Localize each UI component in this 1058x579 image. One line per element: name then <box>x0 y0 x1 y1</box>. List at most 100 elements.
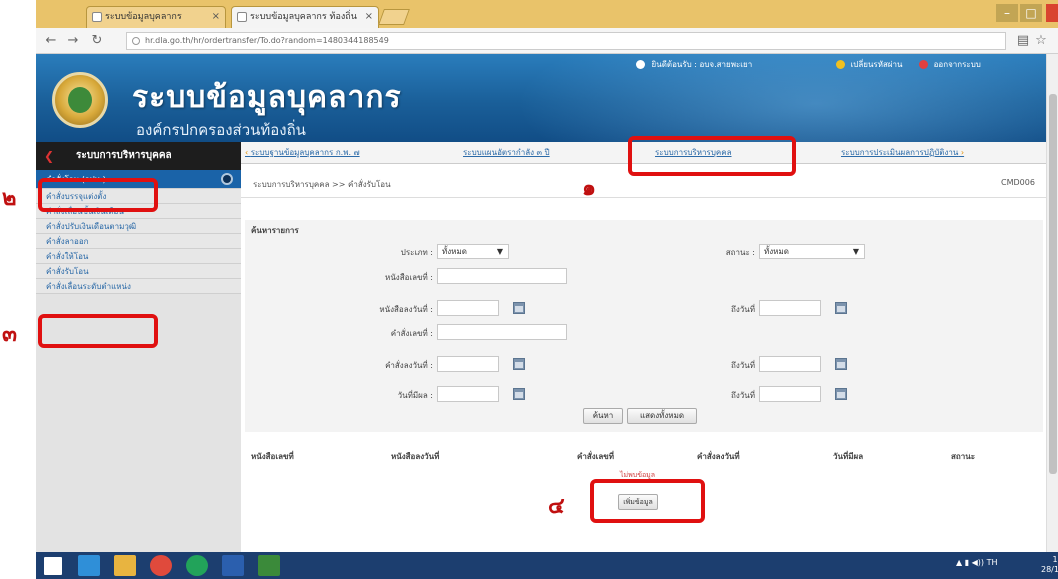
power-icon <box>919 60 929 69</box>
header-links: เปลี่ยนรหัสผ่าน ออกจากระบบ <box>836 58 995 71</box>
internet-explorer-icon[interactable] <box>78 555 100 576</box>
doc-to-date-input[interactable] <box>759 300 821 316</box>
scrollbar-thumb[interactable] <box>1049 94 1057 474</box>
breadcrumb: ระบบการบริหารบุคคล >> คำสั่งรับโอน <box>253 180 391 189</box>
calendar-icon[interactable] <box>835 388 847 400</box>
address-bar: ← → ↻ hr.dla.go.th/hr/ordertransfer/To.d… <box>36 28 1058 54</box>
column-header: วันที่มีผล <box>833 452 864 461</box>
tab-personnel-database[interactable]: ‹ ระบบฐานข้อมูลบุคลากร ก.พ. ๗ <box>245 146 360 159</box>
sidebar-item[interactable]: คำสั่งปรับเงินเดือนตามวุฒิ <box>36 219 241 234</box>
type-select[interactable]: ทั้งหมด ▼ <box>437 244 509 259</box>
status-label: สถานะ : <box>725 248 755 257</box>
page-scrollbar[interactable] <box>1046 54 1058 552</box>
column-header: หนังสือเลขที่ <box>251 452 294 461</box>
results-table-header: หนังสือเลขที่ หนังสือลงวันที่ คำสั่งเลขท… <box>245 448 1043 464</box>
doc-date-input[interactable] <box>437 300 499 316</box>
start-windows-icon[interactable] <box>44 557 62 575</box>
site-header: ระบบข้อมูลบุคลากร องค์กรปกครองส่วนท้องถิ… <box>36 54 1046 142</box>
column-header: หนังสือลงวันที่ <box>391 452 440 461</box>
show-all-button[interactable]: แสดงทั้งหมด <box>627 408 697 424</box>
calendar-icon[interactable] <box>513 388 525 400</box>
page-code: CMD006 <box>1001 178 1035 187</box>
change-password-label: เปลี่ยนรหัสผ่าน <box>850 60 903 69</box>
order-no-input[interactable] <box>437 324 567 340</box>
key-icon <box>836 60 845 69</box>
maximize-button[interactable]: □ <box>1020 4 1042 22</box>
tab-workforce-plan[interactable]: ระบบแผนอัตรากำลัง ๓ ปี <box>463 146 550 159</box>
extension-icon[interactable]: ▤ <box>1014 32 1032 50</box>
annotation-number-3: ๓ <box>2 322 18 347</box>
change-password-link[interactable]: เปลี่ยนรหัสผ่าน <box>836 58 903 71</box>
minimize-button[interactable]: – <box>996 4 1018 22</box>
sidebar-item[interactable]: คำสั่งรับโอน <box>36 264 241 279</box>
sidebar-heading[interactable]: ❮ ระบบการบริหารบุคคล <box>36 142 241 170</box>
sidebar-item-label: คำสั่งรับโอน <box>46 267 89 276</box>
close-tab-icon[interactable]: × <box>365 7 373 27</box>
search-button[interactable]: ค้นหา <box>583 408 623 424</box>
url-input[interactable]: hr.dla.go.th/hr/ordertransfer/To.do?rand… <box>126 32 1006 50</box>
word-icon[interactable] <box>222 555 244 576</box>
settings-icon[interactable] <box>221 173 233 185</box>
sidebar-item-label: คำสั่งเลื่อนระดับตำแหน่ง <box>46 282 131 291</box>
status-select[interactable]: ทั้งหมด ▼ <box>759 244 865 259</box>
browser-tab-2[interactable]: ระบบข้อมูลบุคลากร ท้องถิ่น × <box>231 6 379 28</box>
sidebar-item[interactable]: คำสั่งเลื่อนระดับตำแหน่ง <box>36 279 241 294</box>
site-subtitle: องค์กรปกครองส่วนท้องถิ่น <box>136 121 306 139</box>
dropdown-caret-icon: ▼ <box>496 247 503 256</box>
calendar-icon[interactable] <box>513 302 525 314</box>
forward-arrow-icon[interactable]: → <box>64 32 82 50</box>
tab-performance-evaluation[interactable]: ระบบการประเมินผลการปฏิบัติงาน › <box>841 146 964 159</box>
new-tab-button[interactable] <box>378 9 410 25</box>
to-date-label-3: ถึงวันที่ <box>731 391 755 400</box>
effective-date-label: วันที่มีผล : <box>397 391 433 400</box>
order-date-input[interactable] <box>437 356 499 372</box>
clock-time: 11:08 <box>1052 555 1058 564</box>
doc-no-input[interactable] <box>437 268 567 284</box>
dropdown-caret-icon: ▼ <box>852 247 859 256</box>
image-viewer-icon[interactable] <box>258 555 280 576</box>
order-to-date-input[interactable] <box>759 356 821 372</box>
annotation-box-3 <box>38 314 158 348</box>
annotation-box-1 <box>628 136 796 176</box>
effective-date-input[interactable] <box>437 386 499 402</box>
system-clock[interactable]: 11:08 28/11/2559 <box>1041 555 1058 575</box>
logout-link[interactable]: ออกจากระบบ <box>919 58 981 71</box>
effective-to-date-input[interactable] <box>759 386 821 402</box>
status-select-value: ทั้งหมด <box>764 247 789 256</box>
order-no-label: คำสั่งเลขที่ : <box>390 329 433 338</box>
annotation-box-4 <box>590 479 705 523</box>
annotation-number-4: ๔ <box>548 494 565 519</box>
calendar-icon[interactable] <box>835 302 847 314</box>
annotation-number-1: ๑ <box>582 176 596 201</box>
logout-label: ออกจากระบบ <box>933 60 981 69</box>
column-header: สถานะ <box>951 452 975 461</box>
bookmark-star-icon[interactable]: ☆ <box>1032 32 1050 50</box>
sidebar-item-label: คำสั่งให้โอน <box>46 252 89 261</box>
back-arrow-icon[interactable]: ← <box>42 32 60 50</box>
type-label: ประเภท : <box>400 248 433 257</box>
search-title: ค้นหารายการ <box>251 226 299 235</box>
search-panel: ค้นหารายการ ประเภท : ทั้งหมด ▼ สถานะ : ท… <box>245 220 1043 432</box>
page-icon <box>237 12 247 22</box>
close-window-button[interactable]: ✕ <box>1046 4 1058 22</box>
sidebar-item-label: คำสั่งลาออก <box>46 237 89 246</box>
sidebar-item[interactable]: คำสั่งลาออก <box>36 234 241 249</box>
browser-tab-1-title: ระบบข้อมูลบุคลากร <box>105 12 182 22</box>
browser-tab-1[interactable]: ระบบข้อมูลบุคลากร × <box>86 6 226 28</box>
chrome-icon[interactable] <box>150 555 172 576</box>
file-explorer-icon[interactable] <box>114 555 136 576</box>
user-icon <box>636 60 645 69</box>
close-tab-icon[interactable]: × <box>212 7 220 27</box>
chevron-right-icon: › <box>958 148 965 157</box>
line-app-icon[interactable] <box>186 555 208 576</box>
order-date-label: คำสั่งลงวันที่ : <box>385 361 433 370</box>
system-tray[interactable]: ▲ ▮ ◀)) TH <box>956 558 997 567</box>
reload-icon[interactable]: ↻ <box>88 32 106 50</box>
collapse-arrow-icon[interactable]: ❮ <box>44 142 54 170</box>
page-icon <box>92 12 102 22</box>
sidebar-item[interactable]: คำสั่งให้โอน <box>36 249 241 264</box>
info-icon <box>132 37 140 45</box>
type-select-value: ทั้งหมด <box>442 247 467 256</box>
calendar-icon[interactable] <box>513 358 525 370</box>
calendar-icon[interactable] <box>835 358 847 370</box>
